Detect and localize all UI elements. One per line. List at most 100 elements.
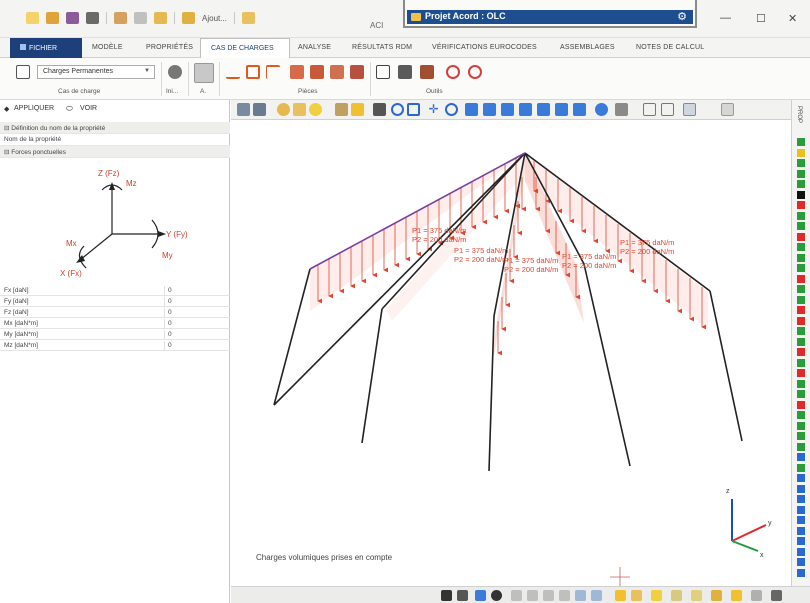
- show-supports-icon[interactable]: [711, 590, 722, 601]
- ajout-icon[interactable]: [182, 12, 195, 24]
- color-swatch[interactable]: [797, 243, 805, 251]
- color-swatch[interactable]: [797, 390, 805, 398]
- color-swatch[interactable]: [797, 484, 805, 493]
- color-swatch[interactable]: [797, 348, 805, 356]
- view-button[interactable]: VOIR: [80, 105, 97, 112]
- prop-value-mx[interactable]: 0: [168, 320, 172, 327]
- ajout-label[interactable]: Ajout...: [202, 14, 227, 23]
- close-button[interactable]: ✕: [788, 12, 797, 25]
- color-swatch[interactable]: [797, 421, 805, 430]
- edit-tools-icon[interactable]: [420, 65, 434, 79]
- prop-value-my[interactable]: 0: [168, 331, 172, 338]
- color-swatch[interactable]: [797, 264, 805, 272]
- color-swatch[interactable]: [797, 547, 805, 556]
- view-3d-icon[interactable]: [237, 103, 250, 116]
- trapezoidal-load-icon[interactable]: [266, 65, 280, 79]
- gear-icon[interactable]: ⚙: [677, 10, 687, 23]
- lasso-icon[interactable]: [293, 103, 306, 116]
- snap-icon[interactable]: [511, 590, 522, 601]
- prop-row-my[interactable]: My [daN*m] 0: [0, 330, 230, 340]
- prop-row-fy[interactable]: Fy [daN] 0: [0, 297, 230, 307]
- save-as-icon[interactable]: [86, 12, 99, 24]
- prop-value-fy[interactable]: 0: [168, 298, 172, 305]
- undo-icon[interactable]: [154, 12, 167, 24]
- text-size-icon[interactable]: [457, 590, 468, 601]
- project-title-bar[interactable]: Projet Acord : OLC ⚙: [407, 10, 693, 24]
- prop-row-fz[interactable]: Fz [daN] 0: [0, 308, 230, 318]
- section-definition[interactable]: ⊟ Définition du nom de la propriété: [0, 122, 230, 134]
- tab-assemblages[interactable]: ASSEMBLAGES: [560, 44, 615, 51]
- snap-grid-icon[interactable]: [559, 590, 570, 601]
- color-swatch[interactable]: [797, 453, 805, 461]
- color-swatch[interactable]: [797, 148, 805, 157]
- options-icon[interactable]: [721, 103, 734, 116]
- maximize-button[interactable]: ☐: [756, 12, 766, 25]
- color-swatch[interactable]: [797, 285, 805, 293]
- color-swatch[interactable]: [797, 316, 805, 325]
- print-icon[interactable]: [114, 12, 127, 24]
- snap-perp-icon[interactable]: [575, 590, 586, 601]
- piece-load-4-icon[interactable]: [350, 65, 364, 79]
- load-case-icon[interactable]: [16, 65, 30, 79]
- light-icon[interactable]: [351, 103, 364, 116]
- piece-load-3-icon[interactable]: [330, 65, 344, 79]
- prop-value-mz[interactable]: 0: [168, 342, 172, 349]
- color-swatch[interactable]: [797, 369, 805, 377]
- view-left-icon[interactable]: [501, 103, 514, 116]
- point-load-icon[interactable]: [226, 65, 240, 79]
- color-swatch[interactable]: [797, 537, 805, 545]
- color-swatch[interactable]: [797, 337, 805, 346]
- color-swatch[interactable]: [797, 201, 805, 209]
- display-icon[interactable]: [241, 12, 255, 24]
- color-swatch[interactable]: [797, 505, 805, 514]
- zoom-window-icon[interactable]: [407, 103, 420, 116]
- color-swatch[interactable]: [797, 180, 805, 188]
- apply-button[interactable]: APPLIQUER: [14, 105, 54, 112]
- view-front-icon[interactable]: [465, 103, 478, 116]
- navigate-icon[interactable]: [441, 590, 452, 601]
- color-swatch[interactable]: [797, 306, 805, 314]
- tab-proprietes[interactable]: PROPRIÉTÉS: [146, 44, 193, 51]
- view-persp-icon[interactable]: [595, 103, 608, 116]
- show-loads-icon[interactable]: [631, 590, 642, 601]
- color-swatch[interactable]: [797, 400, 805, 409]
- import-icon[interactable]: [376, 65, 390, 79]
- color-swatch[interactable]: [797, 274, 805, 283]
- color-swatch[interactable]: [797, 211, 805, 220]
- prop-value-fx[interactable]: 0: [168, 287, 172, 294]
- pan-icon[interactable]: ✛: [427, 103, 440, 116]
- view-right-icon[interactable]: [519, 103, 532, 116]
- color-swatch[interactable]: [797, 568, 805, 577]
- color-swatch[interactable]: [797, 526, 805, 535]
- color-swatch[interactable]: [797, 558, 805, 566]
- highlight-loads-icon[interactable]: [615, 590, 626, 601]
- select-icon[interactable]: [277, 103, 290, 116]
- panel-toggle-icon[interactable]: [683, 103, 696, 116]
- snap-mid-icon[interactable]: [543, 590, 554, 601]
- color-swatch[interactable]: [797, 253, 805, 262]
- color-swatch[interactable]: [797, 232, 805, 241]
- color-swatch[interactable]: [797, 358, 805, 367]
- prop-row-mx[interactable]: Mx [daN*m] 0: [0, 319, 230, 329]
- color-swatch[interactable]: [797, 159, 805, 167]
- color-swatch[interactable]: [797, 495, 805, 503]
- rotate-icon[interactable]: [446, 65, 460, 79]
- tab-cas-de-charges[interactable]: CAS DE CHARGES: [200, 38, 290, 58]
- apply-load-icon[interactable]: [194, 63, 214, 83]
- view-bottom-icon[interactable]: [555, 103, 568, 116]
- tab-verifications-eurocodes[interactable]: VÉRIFICATIONS EUROCODES: [432, 44, 537, 51]
- highlight-icon[interactable]: [309, 103, 322, 116]
- distributed-load-icon[interactable]: [246, 65, 260, 79]
- save-icon[interactable]: [66, 12, 79, 24]
- color-swatch[interactable]: [797, 327, 805, 335]
- color-swatch[interactable]: [797, 432, 805, 440]
- color-swatch[interactable]: [797, 442, 805, 451]
- color-swatch[interactable]: [797, 295, 805, 304]
- open-folder-icon[interactable]: [46, 12, 59, 24]
- new-file-icon[interactable]: [26, 12, 39, 24]
- tab-analyse[interactable]: ANALYSE: [298, 44, 331, 51]
- color-swatch[interactable]: [797, 379, 805, 388]
- view-top-icon[interactable]: [537, 103, 550, 116]
- view-plan-icon[interactable]: [253, 103, 266, 116]
- settings-icon[interactable]: [771, 590, 782, 601]
